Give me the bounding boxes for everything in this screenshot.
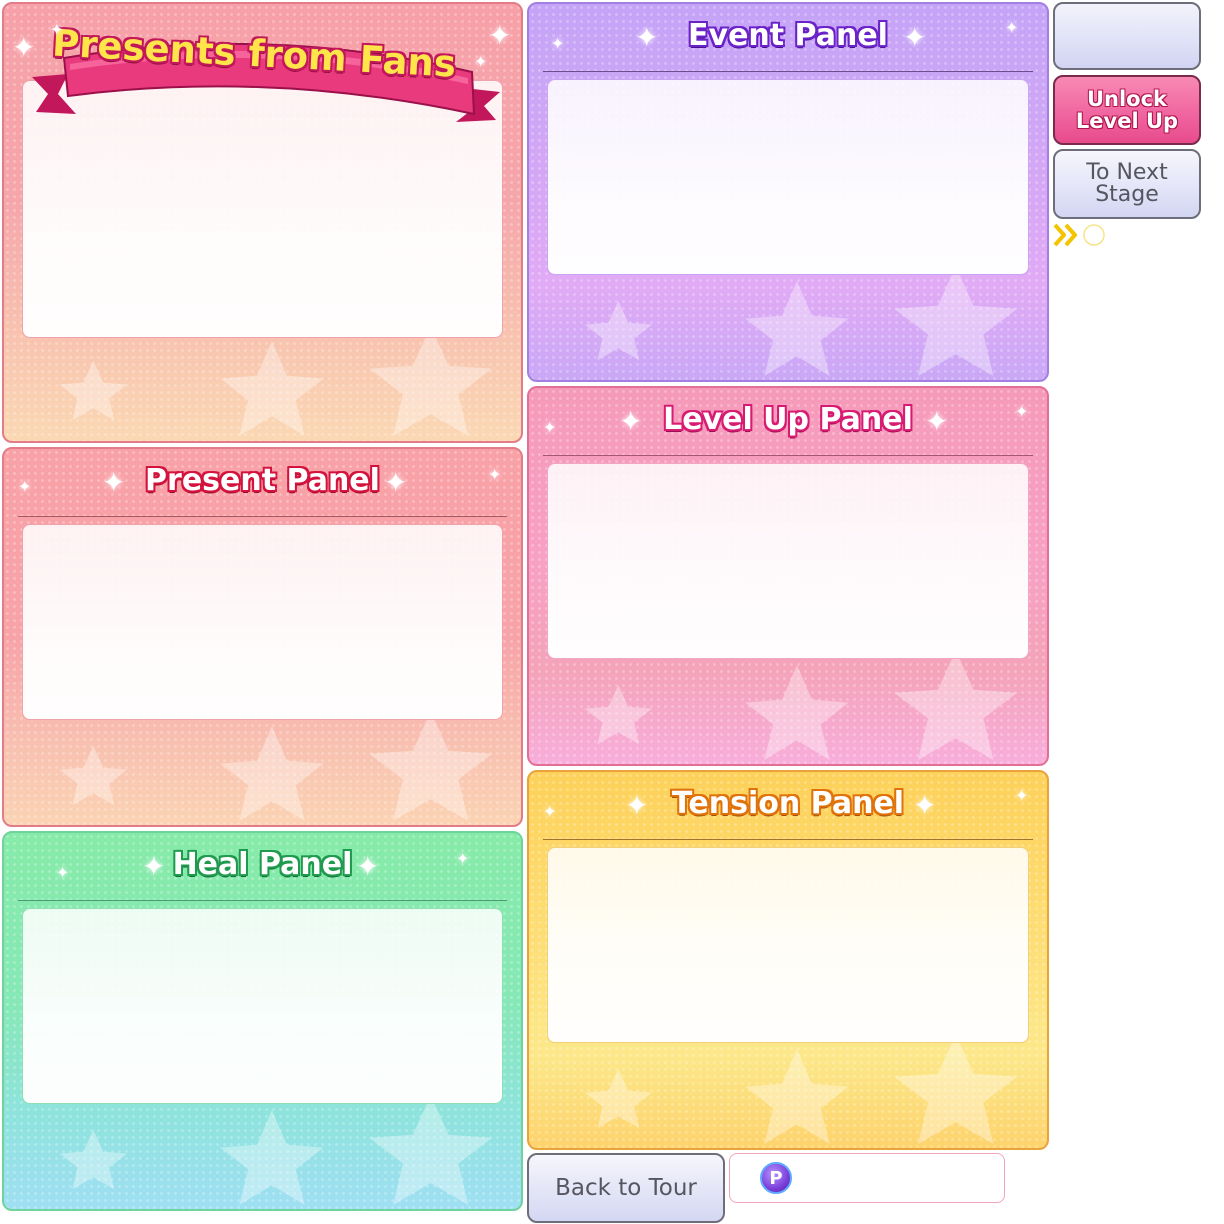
divider: [543, 455, 1033, 456]
content-box: [22, 908, 503, 1104]
sparkle-icon: ✦: [488, 465, 502, 484]
presents-from-fans-panel: Presents from Fans ✦ ✦ ✦ ✦: [2, 2, 523, 443]
double-chevron-right-icon: [1053, 223, 1105, 247]
sparkle-icon: ✦: [50, 20, 64, 39]
sparkle-icon: ✦: [474, 52, 488, 71]
sparkle-icon: ✦: [635, 21, 659, 54]
back-to-tour-button[interactable]: Back to Tour: [527, 1153, 725, 1223]
sparkle-icon: ✦: [551, 34, 565, 53]
panel-title: Heal Panel: [172, 847, 353, 882]
divider: [543, 839, 1033, 840]
back-to-tour-label: Back to Tour: [555, 1175, 697, 1201]
sparkle-icon: ✦: [384, 466, 408, 499]
sparkle-icon: ✦: [1015, 786, 1029, 805]
sparkle-icon: ✦: [18, 477, 32, 496]
sparkle-icon: ✦: [456, 849, 470, 868]
level-up-panel: Level Up Panel ✦ ✦ ✦ ✦: [527, 386, 1049, 766]
sparkle-icon: ✦: [12, 31, 36, 64]
sparkle-icon: ✦: [543, 802, 557, 821]
tension-panel: Tension Panel ✦ ✦ ✦ ✦: [527, 770, 1049, 1150]
sparkle-icon: ✦: [543, 418, 557, 437]
content-box: [547, 79, 1029, 275]
unlock-level-up-button[interactable]: Unlock Level Up: [1053, 75, 1201, 145]
sparkle-icon: ✦: [356, 850, 380, 883]
content-box: [22, 524, 503, 720]
to-next-stage-button[interactable]: To Next Stage: [1053, 149, 1201, 219]
event-panel: Event Panel ✦ ✦ ✦ ✦: [527, 2, 1049, 382]
p-coin-icon: P: [760, 1162, 792, 1194]
sparkle-icon: ✦: [102, 466, 126, 499]
to-next-stage-label: To Next Stage: [1086, 160, 1168, 207]
sparkle-icon: ✦: [903, 21, 927, 54]
sparkle-icon: ✦: [619, 405, 643, 438]
present-panel: Present Panel ✦ ✦ ✦ ✦: [2, 447, 523, 827]
divider: [18, 900, 507, 901]
sparkle-icon: ✦: [142, 850, 166, 883]
sparkle-icon: ✦: [1005, 18, 1019, 37]
heal-panel: Heal Panel ✦ ✦ ✦ ✦: [2, 831, 523, 1211]
panel-title: Present Panel: [145, 463, 380, 498]
panel-title: Level Up Panel: [663, 402, 913, 437]
sparkle-icon: ✦: [56, 863, 70, 882]
content-box: [547, 847, 1029, 1043]
sparkle-icon: ✦: [913, 789, 937, 822]
sparkle-icon: ✦: [625, 789, 649, 822]
sparkle-icon: ✦: [488, 19, 512, 52]
sparkle-icon: ✦: [1015, 402, 1029, 421]
blank-button[interactable]: [1053, 2, 1201, 70]
divider: [543, 71, 1033, 72]
sparkle-icon: ✦: [925, 405, 949, 438]
unlock-level-up-label: Unlock Level Up: [1075, 87, 1179, 133]
divider: [18, 516, 507, 517]
content-box: [547, 463, 1029, 659]
points-display: P: [729, 1153, 1005, 1203]
panel-title: Event Panel: [688, 18, 888, 53]
panel-title: Tension Panel: [671, 786, 905, 821]
